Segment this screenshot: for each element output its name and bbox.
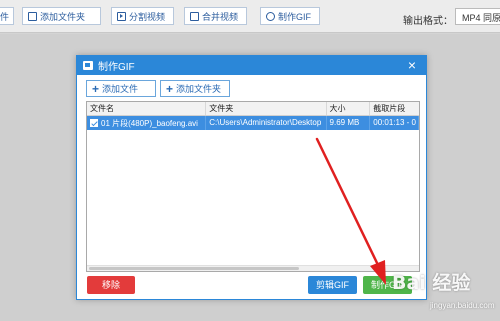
row-filename: 01 片段(480P)_baofeng.avi <box>101 118 198 128</box>
add-folder-label: 添加文件夹 <box>40 11 86 22</box>
dialog-toolbar: + 添加文件 + 添加文件夹 <box>86 80 230 97</box>
add-folder-button[interactable]: + 添加文件夹 <box>160 80 230 97</box>
list-header: 文件名 文件夹 大小 截取片段 <box>87 102 419 116</box>
column-header-filename[interactable]: 文件名 <box>87 102 207 115</box>
folder-icon <box>28 11 37 21</box>
app-icon <box>83 61 93 70</box>
gif-icon <box>266 11 275 21</box>
add-folder-label: 添加文件夹 <box>176 84 222 94</box>
horizontal-scrollbar[interactable] <box>87 265 419 271</box>
row-size: 9.69 MB <box>327 116 371 130</box>
main-toolbar: 件 添加文件夹 分割视频 合并视频 制作GIF 输出格式： MP4 同原 <box>0 0 500 33</box>
split-video-button[interactable]: 分割视频 <box>111 7 174 25</box>
column-header-size[interactable]: 大小 <box>327 102 371 115</box>
scrollbar-thumb[interactable] <box>89 267 299 270</box>
watermark-logo: Bai 经验 <box>392 272 471 294</box>
merge-video-button[interactable]: 合并视频 <box>184 7 247 25</box>
merge-icon <box>190 11 199 21</box>
row-folder: C:\Users\Administrator\Desktop <box>206 116 327 130</box>
add-folder-button[interactable]: 添加文件夹 <box>22 7 101 25</box>
row-clip: 00:01:13 - 0 <box>370 116 419 130</box>
plus-icon: + <box>166 81 174 96</box>
watermark-url: jingyan.baidu.com <box>430 301 495 310</box>
table-row[interactable]: 01 片段(480P)_baofeng.avi C:\Users\Adminis… <box>87 116 419 130</box>
output-format-label: 输出格式： <box>403 16 453 27</box>
split-video-label: 分割视频 <box>129 11 166 22</box>
output-format-select[interactable]: MP4 同原 <box>455 8 500 25</box>
make-gif-dialog: 制作GIF × + 添加文件 + 添加文件夹 文件名 文件夹 大小 截取片段 0… <box>76 55 427 300</box>
merge-video-label: 合并视频 <box>202 11 239 22</box>
add-file-button-partial[interactable]: 件 <box>0 7 14 25</box>
row-filename-cell: 01 片段(480P)_baofeng.avi <box>87 116 207 130</box>
add-file-label: 件 <box>0 11 10 22</box>
add-file-label: 添加文件 <box>102 84 139 94</box>
add-file-button[interactable]: + 添加文件 <box>86 80 156 97</box>
make-gif-button[interactable]: 制作GIF <box>260 7 320 25</box>
make-gif-label: 制作GIF <box>278 11 311 22</box>
remove-button[interactable]: 移除 <box>87 276 135 294</box>
plus-icon: + <box>92 81 100 96</box>
column-header-folder[interactable]: 文件夹 <box>206 102 327 115</box>
baidu-watermark: Bai 经验 jingyan.baidu.com <box>392 268 500 318</box>
column-header-clip[interactable]: 截取片段 <box>370 102 419 115</box>
dialog-title-bar: 制作GIF × <box>77 56 426 75</box>
clip-gif-button[interactable]: 剪辑GIF <box>308 276 357 294</box>
split-icon <box>117 11 126 21</box>
dialog-title: 制作GIF <box>98 62 135 73</box>
file-list[interactable]: 文件名 文件夹 大小 截取片段 01 片段(480P)_baofeng.avi … <box>86 101 420 272</box>
row-checkbox[interactable] <box>90 119 98 127</box>
close-icon[interactable]: × <box>404 57 420 73</box>
